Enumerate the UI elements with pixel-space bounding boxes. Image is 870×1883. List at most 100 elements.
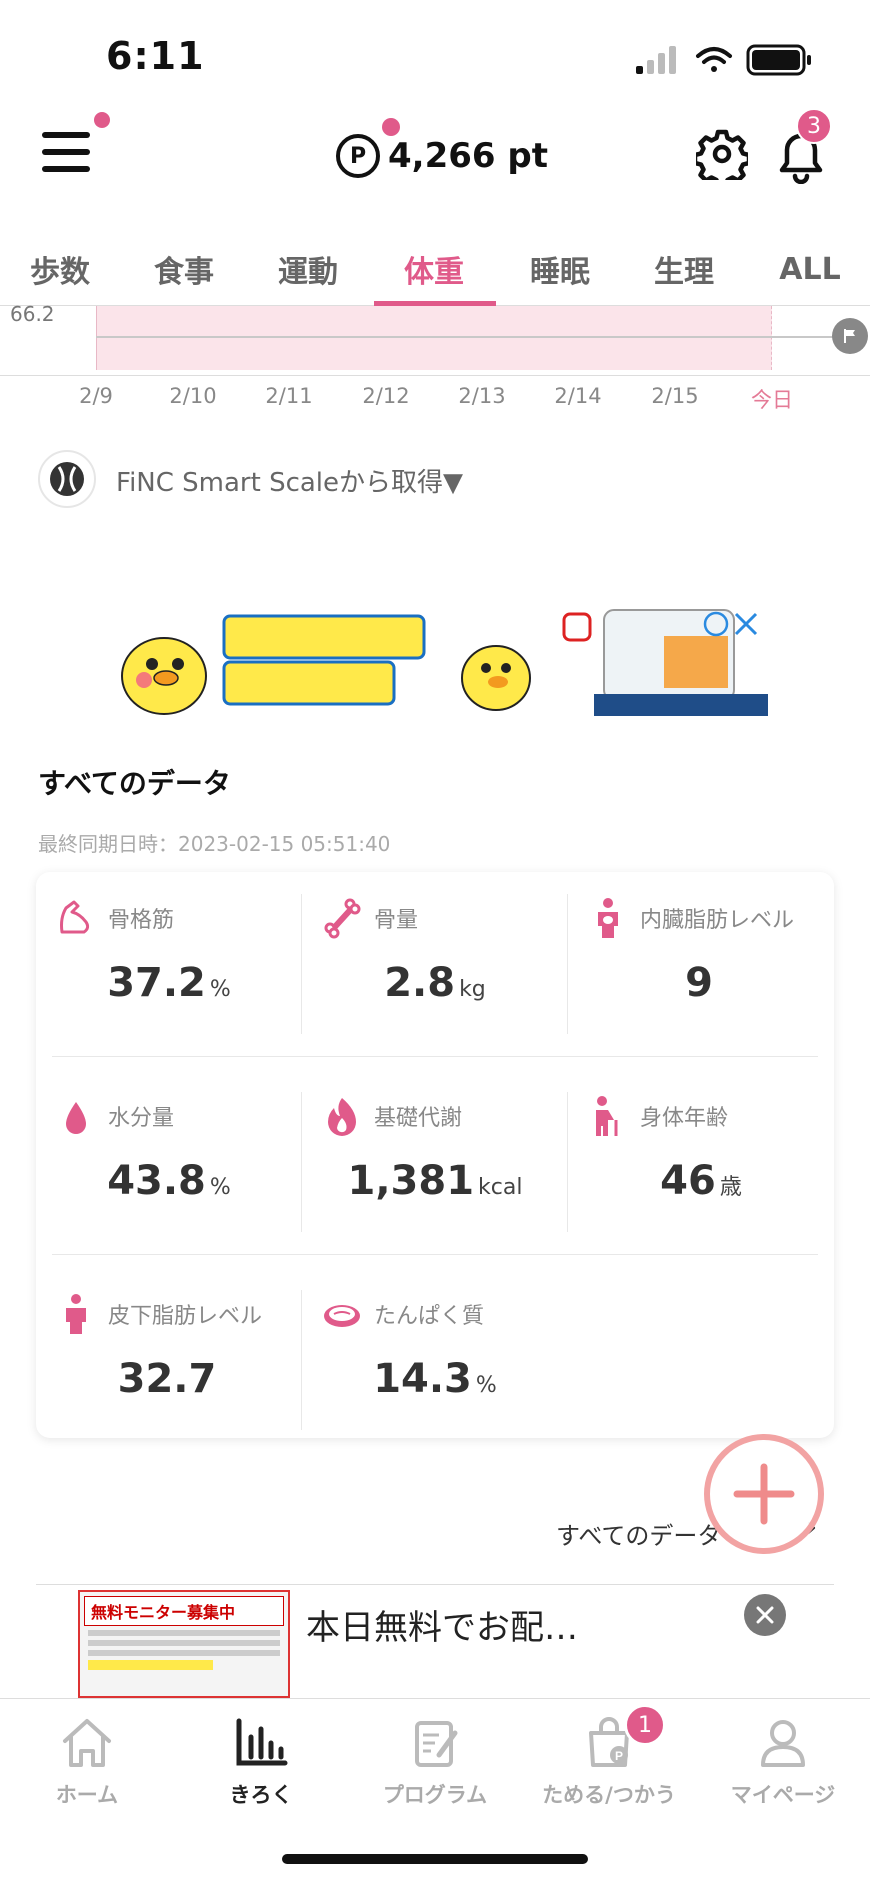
gear-icon[interactable] — [696, 128, 748, 180]
body-icon — [66, 1294, 86, 1334]
chart-range-band — [96, 306, 772, 370]
nav-mypage[interactable]: マイページ — [696, 1715, 870, 1835]
data-source-selector[interactable]: FiNC Smart Scaleから取得▼ — [116, 462, 463, 499]
metric-value: 46 — [660, 1158, 716, 1204]
metric-label: たんぱく質 — [374, 1304, 485, 1329]
nav-label: ホーム — [55, 1783, 119, 1807]
metric-water[interactable]: 水分量 43.8% — [36, 1070, 302, 1256]
tab-sleep[interactable]: 睡眠 — [510, 232, 610, 306]
points-notification-dot — [382, 118, 400, 136]
metric-label: 骨量 — [374, 908, 419, 933]
metric-value: 43.8 — [107, 1158, 206, 1204]
section-title: すべてのデータ — [38, 767, 231, 800]
meat-icon — [324, 1305, 360, 1327]
metric-value: 9 — [685, 960, 713, 1006]
home-indicator[interactable] — [282, 1854, 588, 1864]
nav-points[interactable]: P ためる/つかう — [522, 1715, 696, 1835]
metric-value: 32.7 — [117, 1356, 217, 1402]
points-icon: P — [336, 134, 380, 178]
divider — [567, 894, 568, 1034]
close-icon[interactable] — [744, 1594, 786, 1636]
metric-value: 2.8 — [384, 960, 456, 1006]
divider — [301, 1290, 302, 1430]
category-tabs: 歩数 食事 運動 体重 睡眠 生理 ALL — [0, 232, 870, 306]
metric-label: 骨格筋 — [108, 908, 175, 933]
program-icon — [415, 1721, 458, 1767]
metric-unit: 歳 — [719, 1175, 742, 1200]
mascot-icon — [121, 637, 207, 715]
last-sync-time: 最終同期日時：2023-02-15 05:51:40 — [38, 832, 391, 856]
status-icons — [636, 44, 811, 76]
ad-banner[interactable] — [104, 606, 768, 716]
profile-icon — [761, 1720, 805, 1767]
status-time: 6:11 — [106, 34, 205, 78]
battery-icon — [746, 44, 811, 76]
metric-unit: kg — [459, 977, 486, 1002]
metric-unit: kcal — [478, 1175, 523, 1200]
plus-icon — [733, 1463, 795, 1525]
tab-period[interactable]: 生理 — [634, 232, 734, 306]
date-tick-today: 今日 — [751, 388, 793, 412]
tab-all[interactable]: ALL — [760, 232, 860, 306]
metric-label: 基礎代謝 — [374, 1106, 463, 1131]
goal-flag-icon[interactable] — [832, 318, 868, 354]
divider — [52, 1056, 818, 1057]
svg-text:P: P — [615, 1749, 623, 1763]
divider — [36, 1584, 834, 1585]
nav-label: プログラム — [382, 1783, 488, 1807]
date-tick: 2/11 — [265, 384, 313, 408]
home-icon — [63, 1719, 111, 1767]
flame-icon — [328, 1098, 356, 1136]
bottom-ad-text[interactable]: 本日無料でお配… — [306, 1600, 578, 1649]
tab-meal[interactable]: 食事 — [134, 232, 234, 306]
add-record-button[interactable] — [704, 1434, 824, 1554]
metric-unit: % — [475, 1373, 497, 1398]
divider — [52, 1254, 818, 1255]
points-display[interactable]: P 4,266 pt — [336, 128, 548, 184]
nav-points-badge: 1 — [624, 1704, 666, 1746]
metric-value: 1,381 — [347, 1158, 475, 1204]
nav-label: マイページ — [730, 1783, 836, 1807]
menu-notification-dot — [94, 112, 110, 128]
tab-exercise[interactable]: 運動 — [258, 232, 358, 306]
metric-basal-metabolism[interactable]: 基礎代謝 1,381 kcal — [302, 1070, 568, 1256]
ad-image-title: 無料モニター募集中 — [84, 1596, 284, 1626]
signal-icon — [636, 46, 676, 74]
metric-subcutaneous-fat[interactable]: 皮下脂肪レベル 32.7 — [36, 1268, 302, 1454]
nav-home[interactable]: ホーム — [0, 1715, 174, 1835]
metric-value: 14.3 — [373, 1356, 472, 1402]
metric-skeletal-muscle[interactable]: 骨格筋 37.2% — [36, 872, 302, 1058]
chart-icon — [236, 1718, 288, 1766]
date-tick: 2/14 — [554, 384, 602, 408]
mascot-icon — [461, 645, 531, 711]
notification-badge: 3 — [796, 108, 832, 144]
date-tick: 2/15 — [651, 384, 699, 408]
wifi-icon — [696, 47, 732, 72]
chart-target-line — [96, 336, 836, 338]
date-tick: 2/9 — [79, 384, 113, 408]
all-data-link[interactable]: すべてのデータ — [556, 1516, 721, 1551]
divider — [567, 1092, 568, 1232]
nav-record[interactable]: きろく — [174, 1715, 348, 1835]
metric-visceral-fat[interactable]: 内臓脂肪レベル 9 — [568, 872, 834, 1058]
nav-program[interactable]: プログラム — [348, 1715, 522, 1835]
metric-value: 37.2 — [107, 960, 206, 1006]
smart-scale-icon — [38, 450, 96, 508]
tab-weight[interactable]: 体重 — [384, 232, 484, 306]
elderly-icon — [596, 1096, 618, 1136]
metric-bone-mass[interactable]: 骨量 2.8 kg — [302, 872, 568, 1058]
muscle-icon — [60, 900, 90, 934]
chart-y-label: 66.2 — [10, 302, 55, 326]
metric-unit: % — [209, 977, 231, 1002]
nav-label: きろく — [229, 1783, 293, 1807]
metric-label: 身体年齢 — [640, 1106, 729, 1131]
metric-unit: % — [209, 1175, 231, 1200]
bottom-ad-image[interactable]: 無料モニター募集中 — [78, 1590, 290, 1698]
visceral-fat-icon — [598, 898, 618, 938]
bone-icon — [324, 898, 361, 939]
tab-steps[interactable]: 歩数 — [10, 232, 110, 306]
divider — [301, 1092, 302, 1232]
metric-protein[interactable]: たんぱく質 14.3% — [302, 1268, 568, 1454]
menu-button[interactable] — [38, 128, 98, 178]
metric-body-age[interactable]: 身体年齢 46 歳 — [568, 1070, 834, 1256]
